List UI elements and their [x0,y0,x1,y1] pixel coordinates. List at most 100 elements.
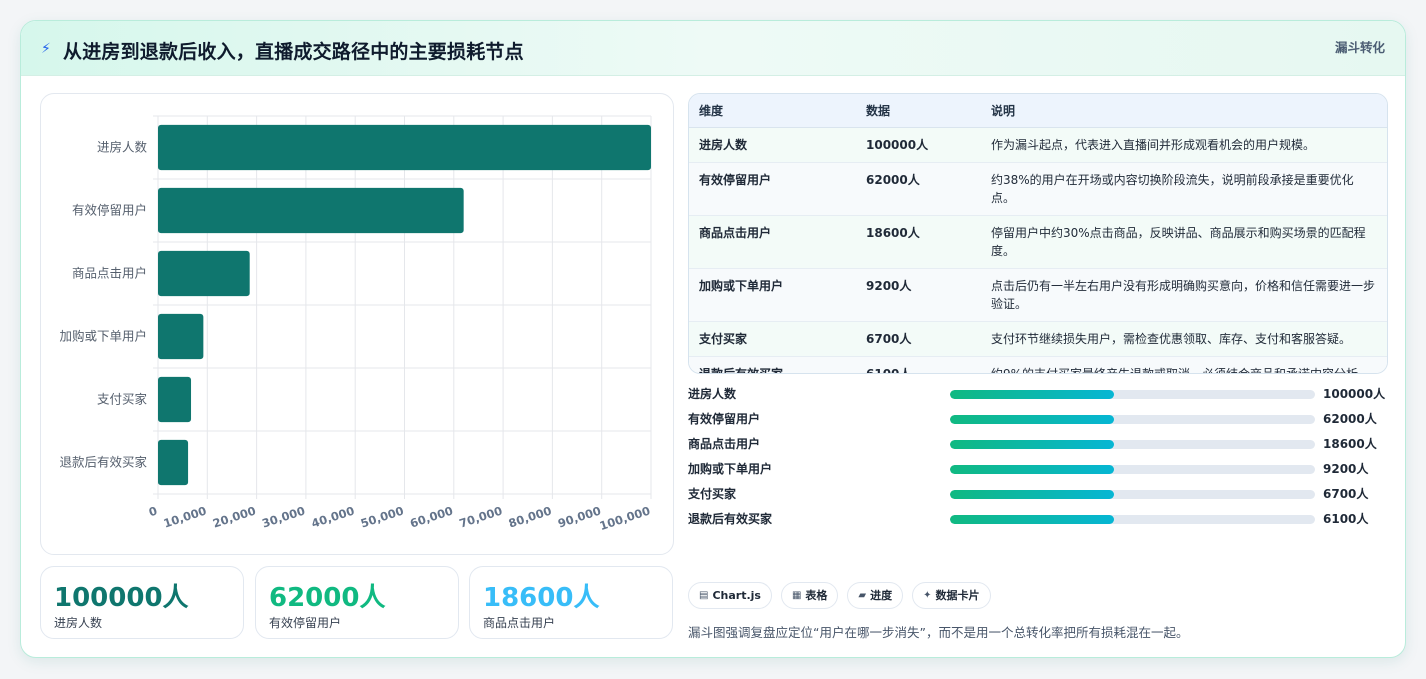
funnel-card: ⚡ 从进房到退款后收入，直播成交路径中的主要损耗节点 漏斗转化 0 10,000 2… [20,20,1406,658]
progress-label: 加购或下单用户 [688,462,773,476]
table-row: 进房人数 100000人 作为漏斗起点，代表进入直播间并形成观看机会的用户规模。 [689,127,1387,163]
table-header-dimension: 维度 [689,94,856,128]
x-tick-label: 70,000 [457,504,504,531]
progress-value: 100000人 [1323,387,1386,401]
y-tick-label: 退款后有效买家 [59,455,147,470]
progress-track [950,465,1315,474]
progress-track [950,390,1315,399]
chip-label: 表格 [805,589,828,602]
funnel-bar-chart: 0 10,000 20,000 30,000 40,000 50,000 60,000 70,… [59,115,652,534]
tech-chips: ▤ Chart.js ▦ 表格 ▰ 进度 ✦ 数据卡片 [688,582,991,609]
progress-track [950,515,1315,524]
bar [158,313,204,360]
progress-fill [950,465,1115,474]
progress-fill [950,515,1115,524]
progress-track [950,490,1315,499]
progress-list: 进房人数 100000人 有效停留用户 62000人 商品点击用户 18600人… [688,383,1388,533]
table-row: 有效停留用户 62000人 约38%的用户在开场或内容切换阶段流失，说明前段承接… [689,162,1387,216]
table-icon: ▦ [791,590,802,601]
footnote: 漏斗图强调复盘应定位“用户在哪一步消失”，而不是用一个总转化率把所有损耗混在一起… [688,625,1189,640]
table-cell-data: 62000人 [856,162,981,216]
table-header-data: 数据 [856,94,981,128]
stat-card-entries: 100000人 进房人数 [40,566,244,639]
progress-fill [950,415,1115,424]
progress-row: 支付买家 6700人 [688,483,1388,508]
stat-label: 有效停留用户 [269,616,342,630]
stat-value: 100000人 [54,583,189,613]
bar [158,439,189,486]
table-cell-description: 约38%的用户在开场或内容切换阶段流失，说明前段承接是重要优化点。 [981,162,1387,216]
table-cell-dimension: 退款后有效买家 [699,366,784,374]
stat-label: 商品点击用户 [483,616,556,630]
progress-row: 有效停留用户 62000人 [688,408,1388,433]
x-tick-label: 100,000 [598,504,652,534]
x-tick-label: 90,000 [556,504,603,531]
chip-label: Chart.js [712,589,761,602]
progress-value: 9200人 [1323,462,1369,476]
table-row: 商品点击用户 18600人 停留用户中约30%点击商品，反映讲品、商品展示和购买… [689,215,1387,269]
stat-value: 62000人 [269,583,386,613]
table-cell-data: 18600人 [856,215,981,269]
stat-card-stay: 62000人 有效停留用户 [255,566,459,639]
progress-track [950,415,1315,424]
category-tag: 漏斗转化 [1334,40,1385,55]
bar [158,187,464,234]
x-tick-label: 10,000 [162,504,209,531]
table-cell-dimension: 商品点击用户 [689,215,856,269]
chip-chartjs[interactable]: ▤ Chart.js [688,582,772,609]
progress-fill [950,440,1115,449]
table-cell-description: 约9%的支付买家最终产生退款或取消，必须结合商品和承诺内容分析。 [991,366,1371,374]
progress-value: 62000人 [1323,412,1377,426]
x-tick-label: 60,000 [408,504,455,531]
progress-fill [950,490,1115,499]
page-title: 从进房到退款后收入，直播成交路径中的主要损耗节点 [63,41,524,63]
y-tick-label: 商品点击用户 [72,266,147,281]
table-header-row: 维度 数据 说明 [689,94,1387,128]
sparkle-icon: ✦ [923,590,932,601]
x-tick-label: 50,000 [359,504,406,531]
progress-row: 商品点击用户 18600人 [688,433,1388,458]
table-row: 支付买家 6700人 支付环节继续损失用户，需检查优惠领取、库存、支付和客服答疑… [689,321,1387,357]
chip-progress[interactable]: ▰ 进度 [847,582,904,609]
table-cell-description: 停留用户中约30%点击商品，反映讲品、商品展示和购买场景的匹配程度。 [981,215,1387,269]
table-cell-dimension: 支付买家 [689,321,856,357]
table-cell-data: 9200人 [856,268,981,322]
table-cell-data: 100000人 [856,127,981,163]
stat-value: 18600人 [483,583,600,613]
table-cell-dimension: 进房人数 [689,127,856,163]
y-tick-label: 进房人数 [97,140,148,155]
progress-value: 18600人 [1323,437,1377,451]
x-tick-label: 30,000 [260,504,307,531]
progress-fill [950,390,1115,399]
y-tick-label: 支付买家 [97,392,148,407]
progress-label: 商品点击用户 [688,437,761,451]
funnel-table: 维度 数据 说明 进房人数 100000人 作为漏斗起点，代表进入直播间并形成观… [688,93,1388,374]
table-cell-description: 点击后仍有一半左右用户没有形成明确购买意向，价格和信任需要进一步验证。 [981,268,1387,322]
chip-label: 进度 [870,589,893,602]
table-header-description: 说明 [981,94,1387,128]
progress-row: 进房人数 100000人 [688,383,1388,408]
table-cell-data: 6100人 [866,366,912,374]
progress-label: 支付买家 [688,487,737,501]
x-tick-label: 0 [147,504,159,520]
progress-value: 6100人 [1323,512,1369,526]
table-cell-description: 作为漏斗起点，代表进入直播间并形成观看机会的用户规模。 [981,127,1387,163]
table-cell-dimension: 加购或下单用户 [689,268,856,322]
bar [158,376,192,423]
x-tick-label: 80,000 [507,504,554,531]
progress-value: 6700人 [1323,487,1369,501]
y-tick-label: 加购或下单用户 [59,329,147,344]
y-tick-label: 有效停留用户 [72,203,147,218]
bar [158,124,651,171]
progress-label: 有效停留用户 [688,412,761,426]
progress-row: 退款后有效买家 6100人 [688,508,1388,533]
progress-icon: ▰ [858,590,867,601]
x-tick-label: 40,000 [310,504,357,531]
stat-card-click: 18600人 商品点击用户 [469,566,673,639]
progress-row: 加购或下单用户 9200人 [688,458,1388,483]
chip-table[interactable]: ▦ 表格 [780,582,839,609]
chart-icon: ▤ [699,590,709,601]
lightning-icon: ⚡ [41,41,51,57]
table-row: 退款后有效买家 6100人 约9%的支付买家最终产生退款或取消，必须结合商品和承… [689,356,1387,374]
chip-data-card[interactable]: ✦ 数据卡片 [912,582,991,609]
